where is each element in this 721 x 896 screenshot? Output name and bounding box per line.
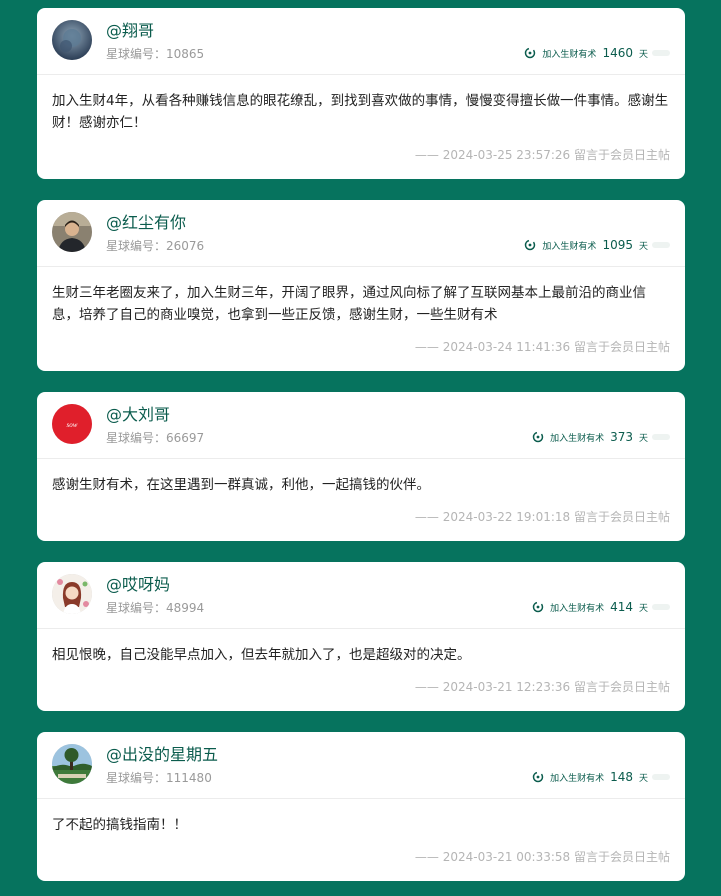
membership-label: 加入生财有术 (550, 603, 605, 614)
membership-days: 加入生财有术 414 天 (532, 599, 670, 615)
comment-card: @哎呀妈 星球编号：48994 加入生财有术 414 天 相见恨晚，自己没能早点… (37, 562, 685, 711)
member-number-value: 66697 (166, 431, 205, 445)
comment-meta: —— 2024-03-21 12:23:36 留言于会员日主帖 (414, 680, 670, 694)
membership-days-count: 1460 (602, 46, 633, 60)
membership-days-unit: 天 (638, 241, 648, 252)
avatar[interactable] (52, 20, 92, 60)
membership-label: 加入生财有术 (542, 241, 597, 252)
card-header: @出没的星期五 星球编号：111480 加入生财有术 148 天 (37, 732, 685, 799)
member-number-value: 10865 (166, 47, 205, 61)
card-header: @红尘有你 星球编号：26076 加入生财有术 1095 天 (37, 200, 685, 267)
card-header: sow @大刘哥 星球编号：66697 加入生财有术 373 天 (37, 392, 685, 459)
member-number: 星球编号：10865 (106, 46, 204, 62)
membership-days-count: 373 (610, 430, 633, 444)
comment-text: 加入生财4年，从看各种赚钱信息的眼花缭乱，到找到喜欢做的事情，慢慢变得擅长做一件… (52, 93, 669, 131)
member-number-label: 星球编号： (106, 47, 167, 61)
comment-meta: —— 2024-03-22 19:01:18 留言于会员日主帖 (414, 510, 670, 524)
comment-meta: —— 2024-03-24 11:41:36 留言于会员日主帖 (414, 340, 670, 354)
comment-meta: —— 2024-03-21 00:33:58 留言于会员日主帖 (414, 850, 670, 864)
clock-icon (532, 601, 544, 613)
comment-text: 感谢生财有术，在这里遇到一群真诚，利他，一起搞钱的伙伴。 (52, 477, 430, 493)
comment-text: 了不起的搞钱指南！！ (52, 817, 187, 833)
days-progress-bar (652, 434, 670, 440)
member-number: 星球编号：111480 (106, 770, 212, 786)
comment-text: 生财三年老圈友来了，加入生财三年，开阔了眼界，通过风向标了解了互联网基本上最前沿… (52, 285, 646, 323)
user-name[interactable]: @翔哥 (106, 21, 154, 41)
membership-label: 加入生财有术 (542, 49, 597, 60)
member-number-label: 星球编号： (106, 431, 167, 445)
user-name[interactable]: @出没的星期五 (106, 745, 218, 765)
card-header: @哎呀妈 星球编号：48994 加入生财有术 414 天 (37, 562, 685, 629)
comment-card: @红尘有你 星球编号：26076 加入生财有术 1095 天 生财三年老圈友来了… (37, 200, 685, 371)
clock-icon (532, 431, 544, 443)
membership-days-count: 148 (610, 770, 633, 784)
membership-days-count: 1095 (602, 238, 633, 252)
user-name[interactable]: @哎呀妈 (106, 575, 170, 595)
comment-card: @出没的星期五 星球编号：111480 加入生财有术 148 天 了不起的搞钱指… (37, 732, 685, 881)
membership-days: 加入生财有术 373 天 (532, 429, 670, 445)
days-progress-bar (652, 50, 670, 56)
card-header: @翔哥 星球编号：10865 加入生财有术 1460 天 (37, 8, 685, 75)
member-number-label: 星球编号： (106, 771, 167, 785)
membership-days-unit: 天 (638, 49, 648, 60)
user-name[interactable]: @大刘哥 (106, 405, 170, 425)
avatar[interactable] (52, 574, 92, 614)
avatar-logo-text: sow (67, 421, 78, 429)
member-number-value: 48994 (166, 601, 205, 615)
member-number-value: 26076 (166, 239, 205, 253)
membership-label: 加入生财有术 (550, 433, 605, 444)
days-progress-bar (652, 242, 670, 248)
comment-card: sow @大刘哥 星球编号：66697 加入生财有术 373 天 感谢生财有术，… (37, 392, 685, 541)
avatar[interactable]: sow (52, 404, 92, 444)
member-number-value: 111480 (166, 771, 212, 785)
clock-icon (524, 47, 536, 59)
membership-days: 加入生财有术 1095 天 (524, 237, 670, 253)
member-number: 星球编号：66697 (106, 430, 204, 446)
clock-icon (532, 771, 544, 783)
membership-days-unit: 天 (638, 603, 648, 614)
comment-text: 相见恨晚，自己没能早点加入，但去年就加入了，也是超级对的决定。 (52, 647, 471, 663)
avatar[interactable] (52, 744, 92, 784)
membership-days-unit: 天 (638, 773, 648, 784)
membership-days: 加入生财有术 148 天 (532, 769, 670, 785)
membership-days: 加入生财有术 1460 天 (524, 45, 670, 61)
comment-card: @翔哥 星球编号：10865 加入生财有术 1460 天 加入生财4年，从看各种… (37, 8, 685, 179)
comment-feed: @翔哥 星球编号：10865 加入生财有术 1460 天 加入生财4年，从看各种… (0, 0, 721, 896)
membership-label: 加入生财有术 (550, 773, 605, 784)
user-name[interactable]: @红尘有你 (106, 213, 186, 233)
member-number-label: 星球编号： (106, 601, 167, 615)
clock-icon (524, 239, 536, 251)
member-number-label: 星球编号： (106, 239, 167, 253)
member-number: 星球编号：48994 (106, 600, 204, 616)
days-progress-bar (652, 604, 670, 610)
avatar[interactable] (52, 212, 92, 252)
membership-days-count: 414 (610, 600, 633, 614)
membership-days-unit: 天 (638, 433, 648, 444)
days-progress-bar (652, 774, 670, 780)
comment-meta: —— 2024-03-25 23:57:26 留言于会员日主帖 (414, 148, 670, 162)
member-number: 星球编号：26076 (106, 238, 204, 254)
